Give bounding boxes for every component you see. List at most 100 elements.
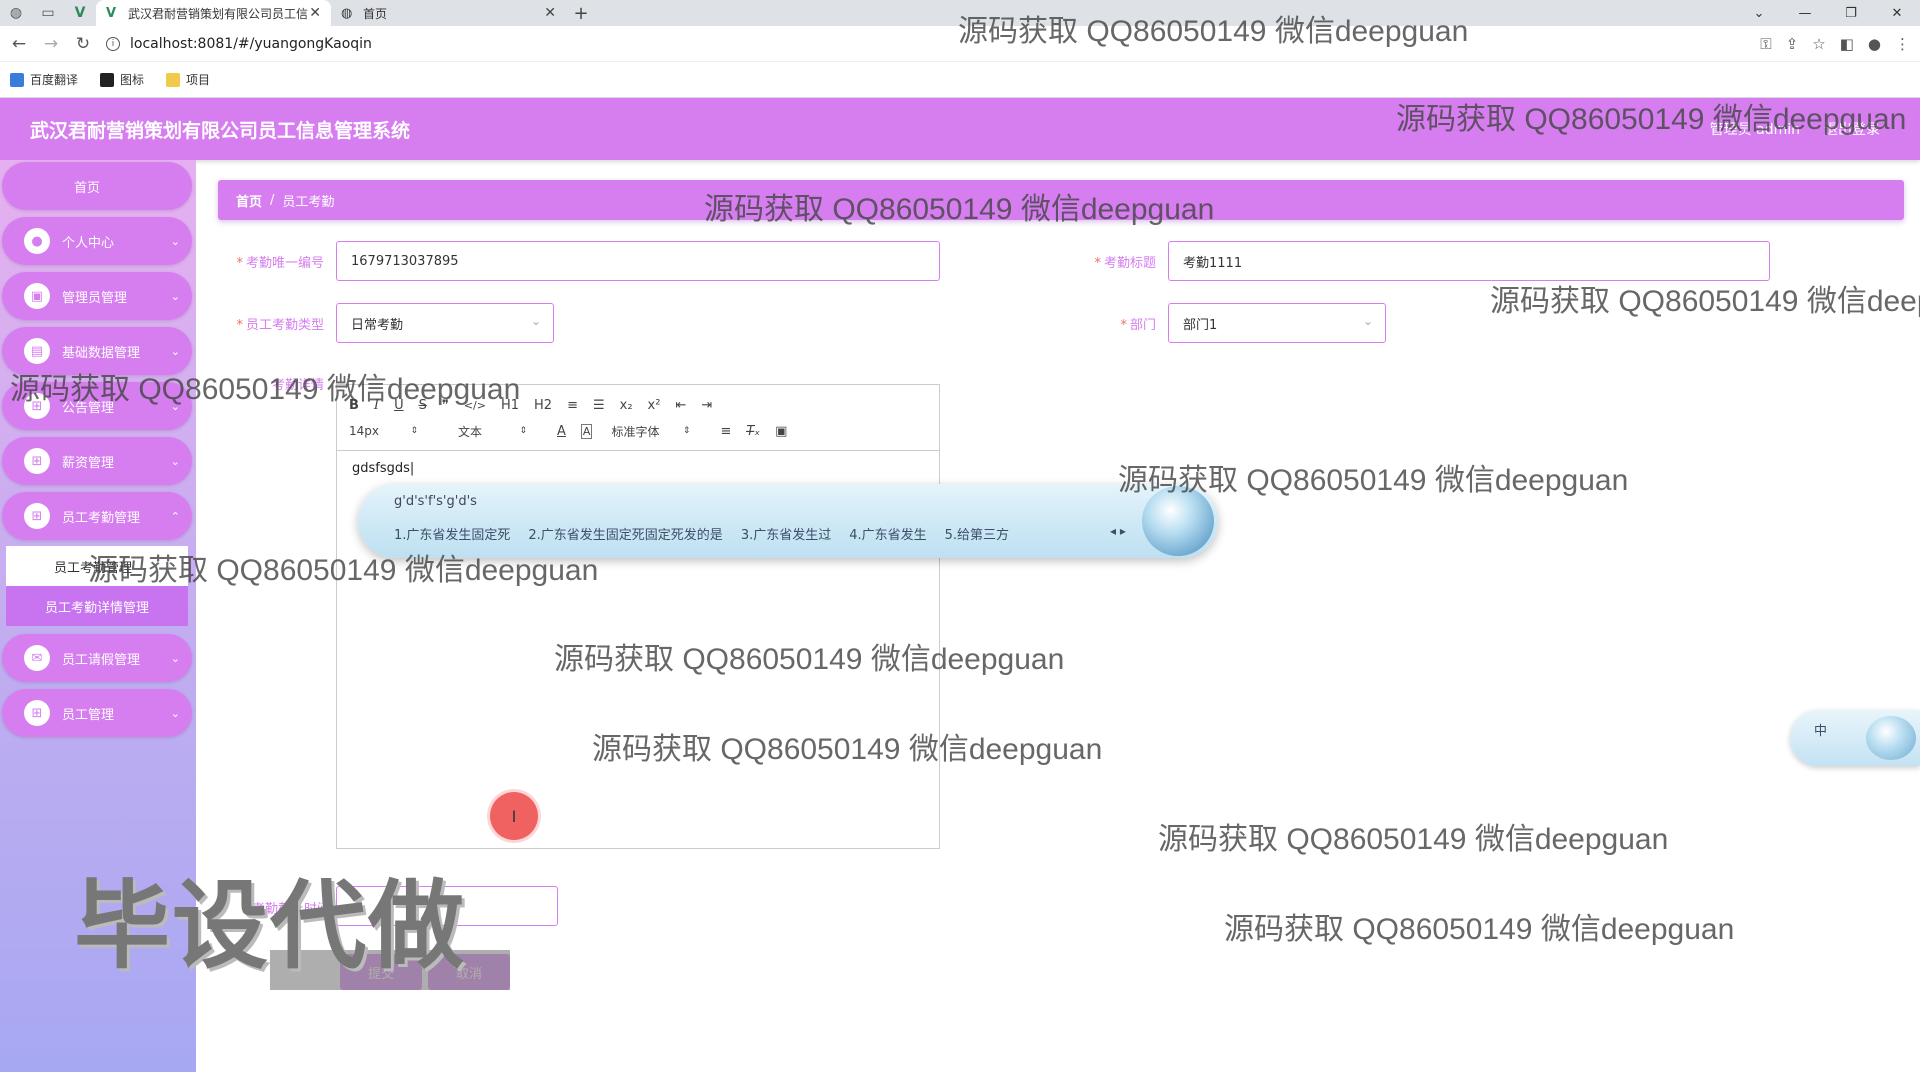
- close-tab-icon[interactable]: ✕: [309, 5, 321, 21]
- browser-tab[interactable]: ◍ 首页 ✕: [331, 0, 566, 26]
- watermark-text: 源码获取 QQ86050149 微信deepguan: [1158, 823, 1669, 856]
- watermark-text: 源码获取 QQ86050149 微信deepguan: [1224, 913, 1735, 946]
- sidebar-item-employee[interactable]: ⊞ 员工管理 ⌄: [2, 689, 192, 737]
- bullet-list-button[interactable]: ☰: [593, 398, 605, 413]
- department-label: * 部门: [1120, 318, 1156, 333]
- align-button[interactable]: ≡: [720, 424, 731, 439]
- rich-text-editor[interactable]: B I U S ❞ </> H1 H2 ≡ ☰ x₂ x² ⇤ ⇥ 14px ⇕ …: [336, 384, 940, 849]
- ordered-list-button[interactable]: ≡: [567, 398, 578, 413]
- sidebar-item-home[interactable]: 首页: [2, 162, 192, 210]
- sidebar-item-label: 员工考勤管理: [62, 510, 141, 526]
- h1-button[interactable]: H1: [501, 398, 519, 413]
- sidebar-item-notice[interactable]: ⊞ 公告管理 ⌄: [2, 382, 192, 430]
- site-info-icon[interactable]: i: [106, 36, 120, 51]
- forward-icon[interactable]: →: [38, 31, 64, 57]
- url-text: localhost:8081/#/yuangongKaoqin: [130, 35, 372, 52]
- minimize-button[interactable]: —: [1782, 0, 1828, 26]
- close-window-button[interactable]: ✕: [1874, 0, 1920, 26]
- image-icon[interactable]: ▣: [775, 424, 787, 439]
- sidebar-item-attendance[interactable]: ⊞ 员工考勤管理 ⌃: [2, 492, 192, 540]
- ime-page-arrows-icon[interactable]: ◂ ▸: [1110, 524, 1126, 538]
- editor-text: gdsfsgds: [352, 461, 410, 476]
- updown-icon: ⇕: [682, 426, 691, 436]
- close-tab-icon[interactable]: ✕: [544, 5, 556, 21]
- font-size-picker[interactable]: 14px ⇕: [349, 424, 433, 438]
- ime-composition: g'd's'f's'g'd's: [394, 494, 477, 509]
- vue-icon[interactable]: V: [64, 0, 96, 26]
- bookmark-baidu-translate[interactable]: 百度翻译: [10, 71, 78, 88]
- outdent-button[interactable]: ⇤: [675, 398, 686, 413]
- ime-candidate[interactable]: 1.广东省发生固定死: [394, 524, 510, 543]
- restore-button[interactable]: ❐: [1828, 0, 1874, 26]
- subscript-button[interactable]: x₂: [620, 398, 633, 413]
- back-icon[interactable]: ←: [6, 31, 32, 57]
- kaoqin-type-select[interactable]: 日常考勤 ⌄: [336, 303, 554, 343]
- logout-link[interactable]: 退出登录: [1824, 119, 1880, 139]
- clean-format-button[interactable]: T̶ₓ: [746, 424, 760, 439]
- kaoqin-title-input[interactable]: 考勤1111: [1168, 241, 1770, 281]
- current-user: 管理员 admin: [1709, 122, 1800, 138]
- ime-candidate[interactable]: 3.广东省发生过: [741, 524, 831, 543]
- sidebar-item-label: 员工管理: [62, 707, 115, 723]
- blank-tab-icon[interactable]: ▭: [32, 0, 64, 26]
- ime-candidate[interactable]: 2.广东省发生固定死固定死发的是: [528, 524, 722, 543]
- ime-candidate[interactable]: 4.广东省发生: [849, 524, 926, 543]
- sidebar-item-leave[interactable]: ✉ 员工请假管理 ⌄: [2, 634, 192, 682]
- sidebar-item-admin[interactable]: ▣ 管理员管理 ⌄: [2, 272, 192, 320]
- grid-icon: ⊞: [24, 393, 50, 419]
- bookmark-icons[interactable]: 图标: [100, 71, 144, 88]
- side-panel-icon[interactable]: ◧: [1840, 35, 1854, 53]
- bookmark-project[interactable]: 项目: [166, 71, 210, 88]
- sidebar-subitem-attendance-detail[interactable]: 员工考勤详情管理: [6, 586, 188, 626]
- grid-icon: ⊞: [24, 503, 50, 529]
- sidebar-item-label: 个人中心: [62, 235, 115, 251]
- header-picker[interactable]: 文本 ⇕: [458, 423, 542, 440]
- bold-button[interactable]: B: [349, 398, 359, 413]
- indent-button[interactable]: ⇥: [701, 398, 712, 413]
- share-icon[interactable]: ⇪: [1786, 35, 1799, 53]
- chat-icon: ✉: [24, 645, 50, 671]
- menu-icon[interactable]: ⋮: [1895, 35, 1910, 53]
- background-color-button[interactable]: A: [580, 423, 593, 439]
- key-icon[interactable]: ⚿: [1760, 35, 1771, 53]
- sidebar-item-base-data[interactable]: ▤ 基础数据管理 ⌄: [2, 327, 192, 375]
- ime-skin-decoration: [1866, 716, 1916, 760]
- department-select[interactable]: 部门1 ⌄: [1168, 303, 1386, 343]
- star-icon[interactable]: ☆: [1812, 35, 1825, 53]
- sidebar-item-label: 公告管理: [62, 400, 115, 416]
- ime-mode-label: 中: [1814, 724, 1828, 739]
- breadcrumb-separator: /: [270, 192, 275, 208]
- new-tab-button[interactable]: +: [566, 0, 596, 26]
- code-button[interactable]: </>: [464, 399, 486, 412]
- profile-icon[interactable]: ●: [1868, 35, 1881, 53]
- chrome-icon[interactable]: ◍: [0, 0, 32, 26]
- breadcrumb-home[interactable]: 首页: [236, 191, 262, 210]
- browser-tab-active[interactable]: V 武汉君耐营销策划有限公司员工信 ✕: [96, 0, 331, 26]
- italic-button[interactable]: I: [374, 398, 379, 413]
- superscript-button[interactable]: x²: [648, 398, 661, 413]
- sidebar-item-personal-center[interactable]: ● 个人中心 ⌄: [2, 217, 192, 265]
- chevron-down-icon: ⌄: [1362, 314, 1373, 328]
- breadcrumb: 首页 / 员工考勤: [218, 180, 1904, 220]
- font-family-picker[interactable]: 标准字体 ⇕: [611, 423, 705, 440]
- sidebar-subitem-attendance[interactable]: 员工考勤管理: [6, 546, 188, 586]
- blockquote-button[interactable]: ❞: [442, 398, 449, 413]
- sidebar-item-salary[interactable]: ⊞ 薪资管理 ⌄: [2, 437, 192, 485]
- h2-button[interactable]: H2: [534, 398, 552, 413]
- chevron-down-icon: ⌄: [530, 314, 541, 328]
- watermark-text: 源码获取 QQ86050149 微信deepguan: [1490, 285, 1920, 318]
- font-color-button[interactable]: A: [557, 424, 566, 439]
- bookmark-label: 图标: [120, 73, 145, 87]
- url-field[interactable]: i localhost:8081/#/yuangongKaoqin: [106, 36, 372, 52]
- ime-candidate[interactable]: 5.给第三方: [945, 524, 1009, 543]
- editor-content[interactable]: gdsfsgds|: [337, 451, 939, 486]
- ime-candidates: 1.广东省发生固定死 2.广东省发生固定死固定死发的是 3.广东省发生过 4.广…: [394, 524, 1009, 543]
- translate-icon: [10, 72, 24, 87]
- underline-button[interactable]: U: [394, 398, 404, 413]
- chevron-down-icon: ⌄: [170, 651, 180, 665]
- tab-search-icon[interactable]: ⌄: [1736, 0, 1782, 26]
- strike-button[interactable]: S: [419, 398, 427, 413]
- kaoqin-id-input[interactable]: 1679713037895: [336, 241, 940, 281]
- reload-icon[interactable]: ↻: [70, 31, 96, 57]
- ime-status-bar[interactable]: 中: [1790, 710, 1920, 766]
